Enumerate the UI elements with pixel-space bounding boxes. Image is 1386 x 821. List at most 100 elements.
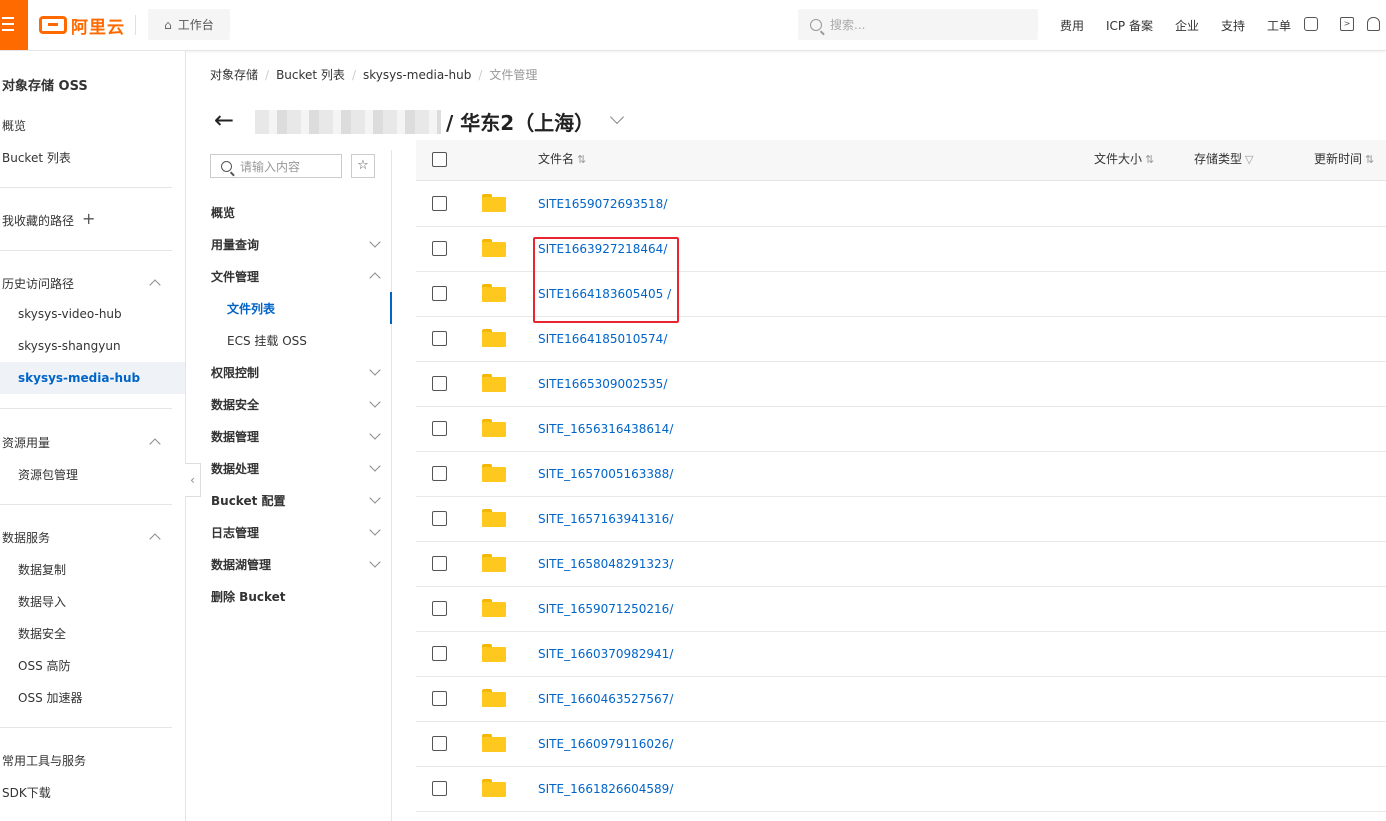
row-checkbox[interactable] (432, 331, 447, 346)
row-checkbox[interactable] (432, 646, 447, 661)
history-item-media-hub[interactable]: skysys-media-hub (18, 371, 140, 385)
cloud-shell-icon[interactable] (1304, 17, 1318, 31)
hamburger-menu-button[interactable] (0, 0, 28, 50)
top-link-support[interactable]: 支持 (1221, 17, 1245, 34)
folder-icon (482, 554, 506, 572)
row-checkbox[interactable] (432, 466, 447, 481)
column-header-size[interactable]: 文件大小 ⇅ (1094, 150, 1154, 167)
row-checkbox[interactable] (432, 691, 447, 706)
breadcrumb-current: 文件管理 (489, 68, 538, 82)
nav-item-data-import[interactable]: 数据导入 (18, 593, 66, 610)
folder-link[interactable]: SITE1665309002535/ (538, 377, 667, 391)
folder-link[interactable]: SITE_1660463527567/ (538, 692, 673, 706)
top-link-enterprise[interactable]: 企业 (1175, 17, 1199, 34)
menu-search-input[interactable]: 请输入内容 (210, 154, 342, 178)
history-item-video-hub[interactable]: skysys-video-hub (18, 307, 122, 321)
row-checkbox[interactable] (432, 511, 447, 526)
chevron-up-icon[interactable] (149, 438, 161, 450)
bucket-nav-ecs-mount[interactable]: ECS 挂载 OSS (227, 332, 307, 349)
chevron-down-icon[interactable] (609, 109, 625, 125)
folder-link[interactable]: SITE_1656316438614/ (538, 422, 673, 436)
folder-icon (482, 239, 506, 257)
divider (0, 408, 172, 409)
bucket-nav-usage[interactable]: 用量查询 (211, 236, 259, 253)
divider (0, 187, 172, 188)
nav-item-resource-packages[interactable]: 资源包管理 (18, 466, 78, 483)
folder-link[interactable]: SITE_1657163941316/ (538, 512, 673, 526)
bucket-nav-data-security[interactable]: 数据安全 (211, 396, 259, 413)
bucket-nav-data-processing[interactable]: 数据处理 (211, 460, 259, 477)
filter-icon[interactable]: ▽ (1245, 153, 1253, 166)
row-checkbox[interactable] (432, 421, 447, 436)
folder-link[interactable]: SITE_1660979116026/ (538, 737, 673, 751)
row-checkbox[interactable] (432, 781, 447, 796)
column-header-updated[interactable]: 更新时间 ⇅ (1314, 150, 1374, 167)
chevron-up-icon[interactable] (149, 533, 161, 545)
row-checkbox[interactable] (432, 286, 447, 301)
nav-item-bucket-list[interactable]: Bucket 列表 (2, 149, 71, 166)
back-arrow-icon[interactable]: ← (214, 108, 234, 132)
folder-link[interactable]: SITE_1658048291323/ (538, 557, 673, 571)
bucket-nav-data-management[interactable]: 数据管理 (211, 428, 259, 445)
sort-icon[interactable]: ⇅ (1145, 153, 1154, 166)
chevron-up-icon[interactable] (149, 279, 161, 291)
left-navigation: 对象存储 OSS 概览 Bucket 列表 我收藏的路径 + 历史访问路径 sk… (0, 51, 186, 821)
workbench-button[interactable]: ⌂ 工作台 (148, 9, 230, 40)
folder-link[interactable]: SITE1664185010574/ (538, 332, 667, 346)
bucket-nav-logs[interactable]: 日志管理 (211, 524, 259, 541)
folder-link[interactable]: SITE_1660370982941/ (538, 647, 673, 661)
nav-item-data-replication[interactable]: 数据复制 (18, 561, 66, 578)
bucket-nav-delete-bucket[interactable]: 删除 Bucket (211, 588, 286, 605)
bell-icon[interactable] (1367, 17, 1380, 31)
history-item-shangyun[interactable]: skysys-shangyun (18, 339, 121, 353)
nav-item-favorites[interactable]: 我收藏的路径 (2, 212, 74, 229)
aliyun-logo[interactable]: 阿里云 (39, 13, 125, 38)
nav-item-data-security[interactable]: 数据安全 (18, 625, 66, 642)
nav-group-resources[interactable]: 资源用量 (2, 434, 50, 451)
bucket-nav-bucket-config[interactable]: Bucket 配置 (211, 492, 286, 509)
star-icon[interactable]: ☆ (351, 154, 375, 178)
bucket-nav-data-lake[interactable]: 数据湖管理 (211, 556, 271, 573)
add-favorite-icon[interactable]: + (82, 209, 95, 228)
top-link-ticket[interactable]: 工单 (1267, 17, 1291, 34)
row-checkbox[interactable] (432, 241, 447, 256)
nav-group-history[interactable]: 历史访问路径 (2, 275, 74, 292)
global-search-input[interactable]: 搜索... (798, 9, 1038, 40)
sort-icon[interactable]: ⇅ (577, 153, 586, 166)
folder-link[interactable]: SITE_1657005163388/ (538, 467, 673, 481)
bucket-nav-file-list[interactable]: 文件列表 (227, 300, 275, 317)
column-header-name[interactable]: 文件名 ⇅ (538, 150, 586, 167)
logo-text: 阿里云 (71, 17, 125, 38)
select-all-checkbox[interactable] (432, 152, 447, 167)
folder-icon (482, 464, 506, 482)
breadcrumb-bucket-list[interactable]: Bucket 列表 (276, 66, 345, 83)
breadcrumb-oss[interactable]: 对象存储 (210, 66, 258, 83)
folder-link[interactable]: SITE_1661826604589/ (538, 782, 673, 796)
folder-icon (482, 194, 506, 212)
nav-item-overview[interactable]: 概览 (2, 117, 26, 134)
folder-icon (482, 734, 506, 752)
column-header-storage-type[interactable]: 存储类型 ▽ (1194, 150, 1253, 167)
row-checkbox[interactable] (432, 601, 447, 616)
bucket-nav-overview[interactable]: 概览 (211, 204, 235, 221)
bucket-nav-files[interactable]: 文件管理 (211, 268, 259, 285)
folder-icon (482, 509, 506, 527)
home-icon: ⌂ (164, 17, 172, 32)
terminal-icon[interactable]: > (1340, 17, 1354, 31)
row-checkbox[interactable] (432, 736, 447, 751)
row-checkbox[interactable] (432, 376, 447, 391)
row-checkbox[interactable] (432, 556, 447, 571)
top-link-icp[interactable]: ICP 备案 (1106, 17, 1153, 34)
top-link-billing[interactable]: 费用 (1060, 17, 1084, 34)
nav-item-sdk[interactable]: SDK下载 (2, 784, 51, 801)
sort-icon[interactable]: ⇅ (1365, 153, 1374, 166)
nav-item-tools[interactable]: 常用工具与服务 (2, 752, 86, 769)
row-checkbox[interactable] (432, 196, 447, 211)
nav-item-oss-ddos[interactable]: OSS 高防 (18, 657, 71, 674)
nav-group-data-services[interactable]: 数据服务 (2, 529, 50, 546)
bucket-nav-permissions[interactable]: 权限控制 (211, 364, 259, 381)
breadcrumb-bucket[interactable]: skysys-media-hub (363, 68, 471, 82)
folder-link[interactable]: SITE_1659071250216/ (538, 602, 673, 616)
folder-link[interactable]: SITE1659072693518/ (538, 197, 667, 211)
nav-item-oss-accelerator[interactable]: OSS 加速器 (18, 689, 83, 706)
